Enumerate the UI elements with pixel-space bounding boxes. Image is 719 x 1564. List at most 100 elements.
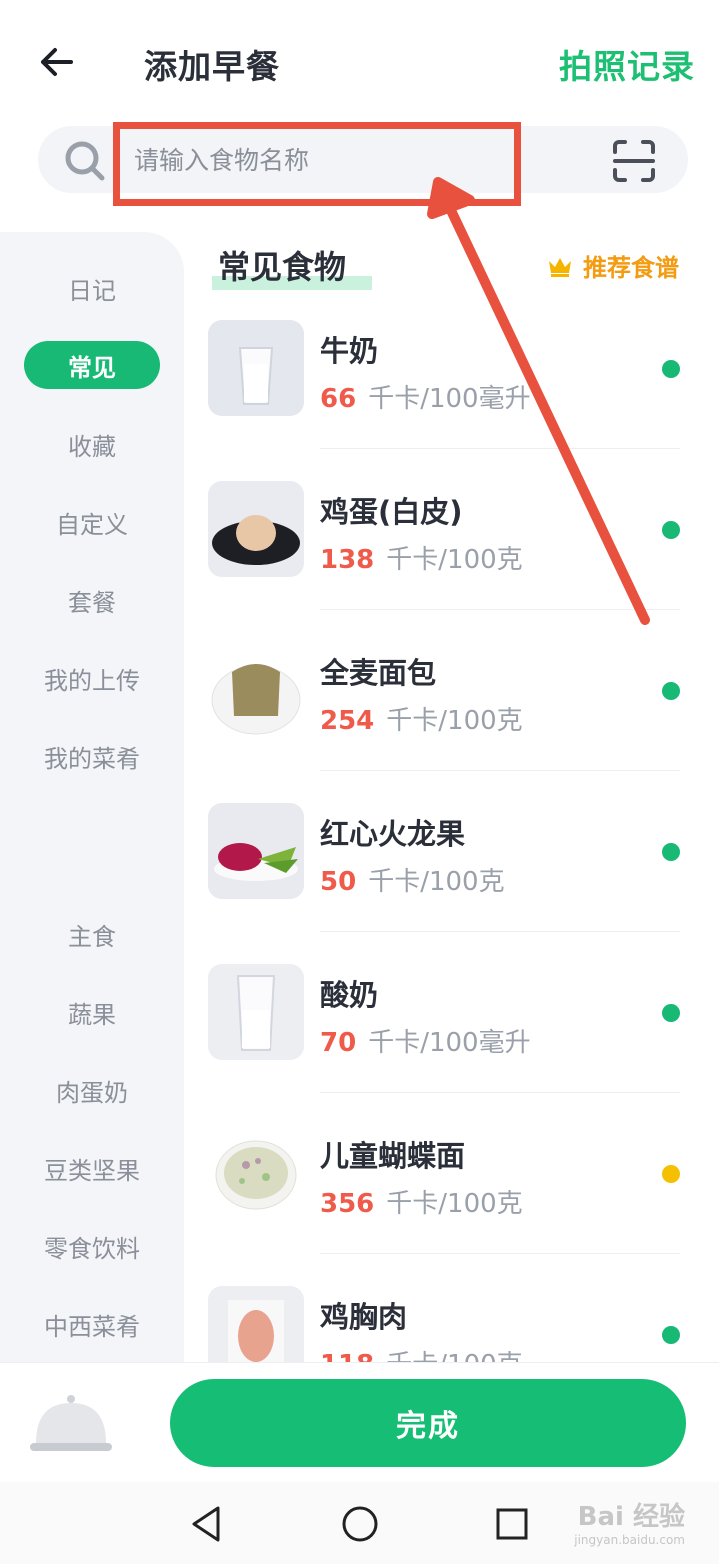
header: 添加早餐 拍照记录 xyxy=(0,0,719,120)
recommended-recipes-link[interactable]: 推荐食谱 xyxy=(547,248,679,283)
health-status-dot xyxy=(662,1165,680,1183)
sidebar-item-dishes[interactable]: 中西菜肴 xyxy=(0,1300,184,1348)
pasta-image xyxy=(208,1125,304,1221)
milk-image xyxy=(208,320,304,416)
calorie-value: 66 xyxy=(320,384,357,414)
back-button[interactable] xyxy=(34,40,78,84)
calorie-value: 70 xyxy=(320,1028,357,1058)
sidebar-item-label: 套餐 xyxy=(68,588,116,617)
health-status-dot xyxy=(662,360,680,378)
food-calories: 356 千卡/100克 xyxy=(320,1183,523,1220)
recommended-recipes-label: 推荐食谱 xyxy=(583,254,679,282)
food-name: 鸡蛋(白皮) xyxy=(320,495,463,529)
sidebar-item-common[interactable]: 常见 xyxy=(0,341,184,389)
sidebar-item-my-dishes[interactable]: 我的菜肴 xyxy=(0,732,184,780)
photo-record-link[interactable]: 拍照记录 xyxy=(559,40,695,88)
calorie-value: 356 xyxy=(320,1189,375,1219)
food-calories: 138 千卡/100克 xyxy=(320,539,523,576)
divider xyxy=(320,1253,680,1254)
food-calories: 70 千卡/100毫升 xyxy=(320,1022,531,1059)
yogurt-image xyxy=(208,964,304,1060)
food-name: 全麦面包 xyxy=(320,656,437,690)
health-status-dot xyxy=(662,1326,680,1344)
sidebar-item-label: 自定义 xyxy=(56,510,128,539)
food-item-milk[interactable]: 牛奶 66 千卡/100毫升 xyxy=(208,320,688,481)
food-item-egg[interactable]: 鸡蛋(白皮) 138 千卡/100克 xyxy=(208,481,688,642)
food-name: 酸奶 xyxy=(320,978,379,1012)
sidebar-item-label: 收藏 xyxy=(68,432,116,461)
system-nav-bar: Bai 经验 jingyan.baidu.com xyxy=(0,1482,719,1564)
watermark-text: Bai 经验 xyxy=(577,1502,685,1532)
egg-image xyxy=(208,481,304,577)
done-button[interactable]: 完成 xyxy=(170,1379,686,1467)
food-item-red-dragon-fruit[interactable]: 红心火龙果 50 千卡/100克 xyxy=(208,803,688,964)
sidebar-item-label: 肉蛋奶 xyxy=(56,1078,128,1107)
food-name: 鸡胸肉 xyxy=(320,1300,408,1334)
bottom-bar: 完成 xyxy=(0,1362,719,1482)
calorie-value: 138 xyxy=(320,545,375,575)
sidebar-item-label: 日记 xyxy=(68,276,116,305)
sidebar-item-meat-egg-milk[interactable]: 肉蛋奶 xyxy=(0,1066,184,1114)
category-sidebar: 日记 常见 收藏 自定义 套餐 我的上传 我的菜肴 主食 蔬果 肉蛋奶 豆类坚果… xyxy=(0,232,184,1362)
search-icon xyxy=(65,141,105,181)
dragon-fruit-image xyxy=(208,803,304,899)
divider xyxy=(320,931,680,932)
food-name: 儿童蝴蝶面 xyxy=(320,1139,466,1173)
food-calories: 50 千卡/100克 xyxy=(320,861,505,898)
food-list: 牛奶 66 千卡/100毫升 鸡蛋(白皮) 138 千卡/100克 全麦面包 254… xyxy=(184,300,719,1362)
page-title: 添加早餐 xyxy=(144,47,280,86)
divider xyxy=(320,1092,680,1093)
nav-back-icon[interactable] xyxy=(186,1502,230,1546)
calorie-unit: 千卡/100克 xyxy=(386,545,523,575)
food-name: 红心火龙果 xyxy=(320,817,466,851)
meal-cloche-icon[interactable] xyxy=(30,1389,112,1459)
health-status-dot xyxy=(662,1004,680,1022)
health-status-dot xyxy=(662,682,680,700)
watermark: Bai 经验 jingyan.baidu.com xyxy=(574,1496,685,1547)
calorie-unit: 千卡/100毫升 xyxy=(368,1028,531,1058)
nav-recents-icon[interactable] xyxy=(490,1502,534,1546)
nav-home-icon[interactable] xyxy=(338,1502,382,1546)
sidebar-item-label: 蔬果 xyxy=(68,1000,116,1029)
sidebar-item-label: 常见 xyxy=(24,341,160,389)
divider xyxy=(320,448,680,449)
calorie-unit: 千卡/100克 xyxy=(386,706,523,736)
sidebar-item-beans-nuts[interactable]: 豆类坚果 xyxy=(0,1144,184,1192)
sidebar-item-diary[interactable]: 日记 xyxy=(0,264,184,312)
bread-image xyxy=(208,642,304,738)
sidebar-item-staple[interactable]: 主食 xyxy=(0,910,184,958)
health-status-dot xyxy=(662,843,680,861)
food-name: 牛奶 xyxy=(320,334,379,368)
food-item-kids-butterfly-pasta[interactable]: 儿童蝴蝶面 356 千卡/100克 xyxy=(208,1125,688,1286)
watermark-url: jingyan.baidu.com xyxy=(574,1533,685,1547)
calorie-unit: 千卡/100毫升 xyxy=(368,384,531,414)
sidebar-item-label: 中西菜肴 xyxy=(44,1312,140,1341)
sidebar-item-label: 主食 xyxy=(68,922,116,951)
food-item-wholewheat-bread[interactable]: 全麦面包 254 千卡/100克 xyxy=(208,642,688,803)
crown-icon xyxy=(549,257,571,277)
sidebar-item-custom[interactable]: 自定义 xyxy=(0,498,184,546)
calorie-value: 118 xyxy=(320,1350,374,1362)
sidebar-item-label: 我的上传 xyxy=(44,666,140,695)
calorie-unit: 千卡/100克 xyxy=(386,1189,523,1219)
sidebar-item-fruit-veg[interactable]: 蔬果 xyxy=(0,988,184,1036)
sidebar-item-label: 零食饮料 xyxy=(44,1234,140,1263)
food-calories: 66 千卡/100毫升 xyxy=(320,378,531,415)
sidebar-item-label: 豆类坚果 xyxy=(44,1156,140,1185)
calorie-value: 254 xyxy=(320,706,375,736)
sidebar-item-favorites[interactable]: 收藏 xyxy=(0,420,184,468)
back-arrow-icon xyxy=(41,48,73,76)
sidebar-item-my-uploads[interactable]: 我的上传 xyxy=(0,654,184,702)
sidebar-item-set-meal[interactable]: 套餐 xyxy=(0,576,184,624)
health-status-dot xyxy=(662,521,680,539)
scan-icon[interactable] xyxy=(611,138,657,184)
search-input[interactable] xyxy=(134,140,494,180)
calorie-value: 50 xyxy=(320,867,357,897)
calorie-unit: 千卡/100克 xyxy=(368,867,505,897)
divider xyxy=(320,609,680,610)
sidebar-item-snacks-drinks[interactable]: 零食饮料 xyxy=(0,1222,184,1270)
sidebar-item-label: 我的菜肴 xyxy=(44,744,140,773)
food-item-yogurt[interactable]: 酸奶 70 千卡/100毫升 xyxy=(208,964,688,1125)
food-item-chicken-breast[interactable]: 鸡胸肉 118 千卡/100克 xyxy=(208,1286,688,1362)
section-title: 常见食物 xyxy=(218,248,347,286)
